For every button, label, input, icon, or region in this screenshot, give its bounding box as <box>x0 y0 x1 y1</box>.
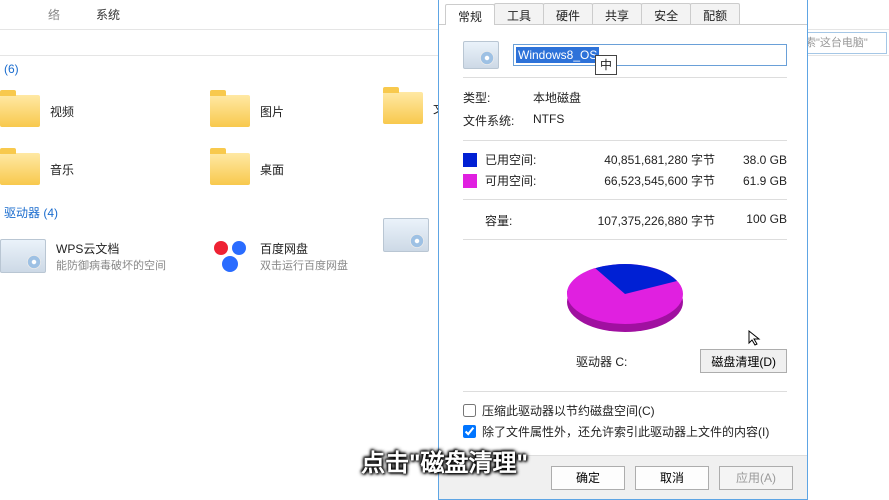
tab-sharing[interactable]: 共享 <box>592 3 642 24</box>
folder-item-partial[interactable]: 文 <box>383 92 445 124</box>
free-bytes: 66,523,545,600 字节 <box>555 172 731 189</box>
free-gb: 61.9 GB <box>731 174 787 188</box>
drive-name-value: Windows8_OS <box>516 47 599 63</box>
tab-general[interactable]: 常规 <box>445 4 495 25</box>
divider <box>463 77 787 78</box>
compress-checkbox-row[interactable]: 压缩此驱动器以节约磁盘空间(C) <box>463 400 787 421</box>
used-bytes: 40,851,681,280 字节 <box>555 151 731 168</box>
capacity-row: 容量: 107,375,226,880 字节 100 GB <box>463 208 787 231</box>
compress-checkbox[interactable] <box>463 404 476 417</box>
capacity-label: 容量: <box>485 212 555 229</box>
ok-button[interactable]: 确定 <box>551 466 625 490</box>
ime-indicator[interactable]: 中 <box>595 55 617 75</box>
fs-label: 文件系统: <box>463 112 533 129</box>
folder-label: 桌面 <box>260 161 284 178</box>
used-label: 已用空间: <box>485 151 555 168</box>
folder-item[interactable]: 音乐 <box>0 140 210 198</box>
divider <box>463 239 787 240</box>
main-content: (6) 视频 图片 音乐 桌面 驱动器 (4) WPS云文档 能防御病毒破坏的空… <box>0 56 440 285</box>
disk-cleanup-button[interactable]: 磁盘清理(D) <box>700 349 787 373</box>
folder-label: 视频 <box>50 103 74 120</box>
properties-dialog: 常规 工具 硬件 共享 安全 配额 Windows8_OS 中 类型: 本地磁盘… <box>438 0 808 500</box>
drive-icon <box>383 218 429 252</box>
type-label: 类型: <box>463 89 533 106</box>
free-space-row: 可用空间: 66,523,545,600 字节 61.9 GB <box>463 170 787 191</box>
type-value: 本地磁盘 <box>533 89 581 106</box>
folder-icon <box>210 95 250 127</box>
usage-pie-chart <box>555 254 695 340</box>
free-swatch <box>463 174 477 188</box>
folder-icon <box>383 92 423 124</box>
tab-quota[interactable]: 配额 <box>690 3 740 24</box>
ribbon-sep: 络 <box>30 2 78 27</box>
folder-icon <box>0 95 40 127</box>
tab-tools[interactable]: 工具 <box>494 3 544 24</box>
capacity-bytes: 107,375,226,880 字节 <box>555 212 731 229</box>
divider <box>463 199 787 200</box>
folders-grid: 视频 图片 音乐 桌面 <box>0 82 440 198</box>
ribbon-tab-system[interactable]: 系统 <box>78 2 138 27</box>
pie-chart-wrap: 驱动器 C: 磁盘清理(D) <box>463 248 787 373</box>
apply-button[interactable]: 应用(A) <box>719 466 793 490</box>
divider <box>463 391 787 392</box>
folder-item[interactable]: 桌面 <box>210 140 420 198</box>
tutorial-caption: 点击"磁盘清理" <box>361 443 528 478</box>
drive-label: 百度网盘 <box>260 240 348 257</box>
used-swatch <box>463 153 477 167</box>
tab-security[interactable]: 安全 <box>641 3 691 24</box>
folder-icon <box>0 153 40 185</box>
drives-grid: WPS云文档 能防御病毒破坏的空间 百度网盘 双击运行百度网盘 <box>0 227 440 285</box>
drive-big-icon <box>463 41 499 69</box>
drive-icon <box>0 239 46 273</box>
capacity-gb: 100 GB <box>731 212 787 229</box>
cursor-icon <box>747 329 765 347</box>
index-checkbox[interactable] <box>463 425 476 438</box>
drives-group-header[interactable]: 驱动器 (4) <box>0 198 440 227</box>
cancel-button[interactable]: 取消 <box>635 466 709 490</box>
explorer-window: 络 系统 搜索"这台电脑" (6) 视频 图片 音乐 桌面 驱动器 (4) WP… <box>0 0 889 500</box>
folder-label: 图片 <box>260 103 284 120</box>
tab-strip: 常规 工具 硬件 共享 安全 配额 <box>439 0 807 25</box>
index-checkbox-row[interactable]: 除了文件属性外，还允许索引此驱动器上文件的内容(I) <box>463 421 787 442</box>
baidu-icon <box>210 236 250 276</box>
tab-hardware[interactable]: 硬件 <box>543 3 593 24</box>
folder-label: 音乐 <box>50 161 74 178</box>
general-panel: Windows8_OS 中 类型: 本地磁盘 文件系统: NTFS 已用空间: … <box>439 25 807 455</box>
index-label: 除了文件属性外，还允许索引此驱动器上文件的内容(I) <box>482 423 769 440</box>
used-space-row: 已用空间: 40,851,681,280 字节 38.0 GB <box>463 149 787 170</box>
pie-drive-label: 驱动器 C: <box>463 353 700 370</box>
divider <box>463 140 787 141</box>
fs-row: 文件系统: NTFS <box>463 109 787 132</box>
drive-sub: 能防御病毒破坏的空间 <box>56 257 166 273</box>
free-label: 可用空间: <box>485 172 555 189</box>
folder-icon <box>210 153 250 185</box>
folder-item[interactable]: 视频 <box>0 82 210 140</box>
fs-value: NTFS <box>533 112 564 129</box>
drive-item[interactable]: WPS云文档 能防御病毒破坏的空间 <box>0 227 210 285</box>
drive-name-input[interactable]: Windows8_OS <box>513 44 787 66</box>
used-gb: 38.0 GB <box>731 153 787 167</box>
folders-group-header[interactable]: (6) <box>0 56 440 82</box>
drive-label: WPS云文档 <box>56 240 166 257</box>
compress-label: 压缩此驱动器以节约磁盘空间(C) <box>482 402 655 419</box>
type-row: 类型: 本地磁盘 <box>463 86 787 109</box>
drive-sub: 双击运行百度网盘 <box>260 257 348 273</box>
